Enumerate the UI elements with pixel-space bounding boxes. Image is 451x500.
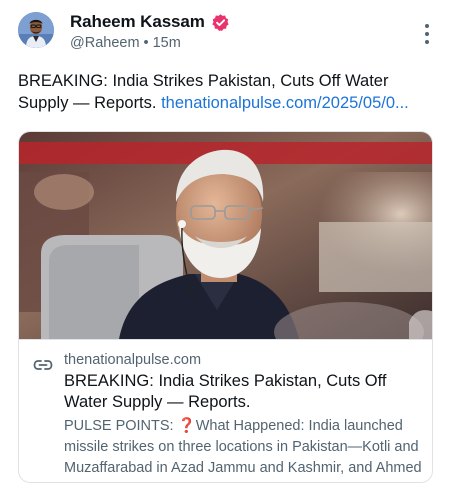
- author-meta: @Raheem • 15m: [70, 35, 181, 51]
- card-description: PULSE POINTS: ❓What Happened: India laun…: [64, 416, 429, 479]
- post-link[interactable]: thenationalpulse.com/2025/05/0...: [161, 94, 409, 112]
- more-vertical-icon[interactable]: [424, 24, 430, 44]
- link-icon: [33, 358, 53, 372]
- author-name[interactable]: Raheem Kassam: [70, 12, 205, 32]
- post-time[interactable]: 15m: [153, 35, 181, 51]
- verified-badge-icon: [211, 13, 230, 32]
- link-preview-card[interactable]: thenationalpulse.com BREAKING: India Str…: [18, 131, 433, 483]
- post[interactable]: Raheem Kassam @Raheem • 15m BREAKING: Indi…: [0, 0, 451, 500]
- card-title[interactable]: BREAKING: India Strikes Pakistan, Cuts O…: [64, 371, 424, 413]
- avatar[interactable]: [18, 12, 54, 48]
- card-description-prefix: PULSE POINTS:: [64, 418, 178, 434]
- author-handle[interactable]: @Raheem: [70, 35, 140, 51]
- meta-separator: •: [143, 35, 149, 51]
- author-name-row: Raheem Kassam: [70, 12, 230, 32]
- card-image[interactable]: [19, 132, 432, 339]
- question-mark-icon: ❓: [177, 418, 196, 434]
- card-domain: thenationalpulse.com: [64, 352, 202, 368]
- post-text: BREAKING: India Strikes Pakistan, Cuts O…: [18, 70, 438, 114]
- card-body[interactable]: thenationalpulse.com BREAKING: India Str…: [19, 339, 432, 482]
- post-header: Raheem Kassam @Raheem • 15m: [18, 12, 438, 56]
